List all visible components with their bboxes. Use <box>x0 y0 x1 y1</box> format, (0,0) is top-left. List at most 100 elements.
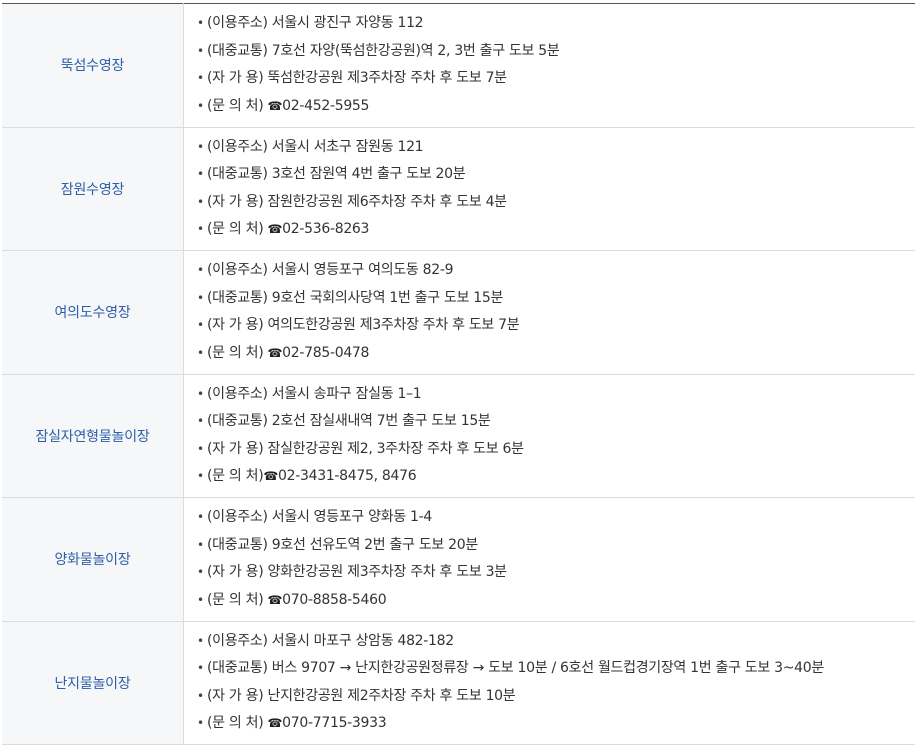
address-text: (이용주소) 서울시 광진구 자양동 112 <box>207 15 424 32</box>
parking-item: • (자 가 용) 난지한강공원 제2주차장 주차 후 도보 10분 <box>197 683 915 711</box>
facility-details: • (이용주소) 서울시 영등포구 양화동 1-4 • (대중교통) 9호선 선유도… <box>183 497 915 622</box>
contact-item: • (문 의 처) ☎02-452-5955 <box>197 93 915 121</box>
parking-text: (자 가 용) 잠실한강공원 제2, 3주차장 주차 후 도보 6분 <box>207 440 524 457</box>
transit-text: (대중교통) 3호선 잠원역 4번 출구 도보 20분 <box>207 166 466 183</box>
table-row: 잠원수영장 • (이용주소) 서울시 서초구 잠원동 121 • (대중교통) 3호… <box>2 127 915 251</box>
facility-name: 잠실자연형물놀이장 <box>2 374 184 498</box>
transit-item: • (대중교통) 버스 9707 → 난지한강공원정류장 → 도보 10분 / 6… <box>197 655 915 683</box>
address-text: (이용주소) 서울시 마포구 상암동 482-182 <box>207 632 454 649</box>
address-item: • (이용주소) 서울시 광진구 자양동 112 <box>197 10 915 38</box>
bullet-icon: • <box>197 98 204 113</box>
facility-name: 난지물놀이장 <box>2 621 184 745</box>
facility-name: 여의도수영장 <box>2 250 184 375</box>
facility-name: 잠원수영장 <box>2 127 184 251</box>
contact-label: (문 의 처) <box>207 221 268 238</box>
table-row: 뚝섬수영장 • (이용주소) 서울시 광진구 자양동 112 • (대중교통) 7호… <box>2 3 915 128</box>
detail-list: • (이용주소) 서울시 마포구 상암동 482-182 • (대중교통) 버스 9… <box>197 628 915 738</box>
facility-info-table-body: 뚝섬수영장 • (이용주소) 서울시 광진구 자양동 112 • (대중교통) 7호… <box>2 3 915 745</box>
parking-text: (자 가 용) 양화한강공원 제3주차장 주차 후 도보 3분 <box>207 564 507 581</box>
bullet-icon: • <box>197 290 204 305</box>
contact-item: • (문 의 처) ☎070-8858-5460 <box>197 587 915 615</box>
table-row: 여의도수영장 • (이용주소) 서울시 영등포구 여의도동 82-9 • (대중교통… <box>2 250 915 375</box>
table-row: 난지물놀이장 • (이용주소) 서울시 마포구 상암동 482-182 • (대중교… <box>2 621 915 745</box>
bullet-icon: • <box>197 688 204 703</box>
bullet-icon: • <box>197 222 204 237</box>
parking-item: • (자 가 용) 잠실한강공원 제2, 3주차장 주차 후 도보 6분 <box>197 436 915 464</box>
facility-details: • (이용주소) 서울시 광진구 자양동 112 • (대중교통) 7호선 자양(뚝… <box>183 3 915 128</box>
transit-item: • (대중교통) 7호선 자양(뚝섬한강공원)역 2, 3번 출구 도보 5분 <box>197 38 915 66</box>
bullet-icon: • <box>197 139 204 154</box>
parking-item: • (자 가 용) 잠원한강공원 제6주차장 주차 후 도보 4분 <box>197 189 915 217</box>
address-item: • (이용주소) 서울시 송파구 잠실동 1–1 <box>197 381 915 409</box>
bullet-icon: • <box>197 16 204 31</box>
phone-icon: ☎ <box>267 592 283 607</box>
bullet-icon: • <box>197 43 204 58</box>
transit-text: (대중교통) 7호선 자양(뚝섬한강공원)역 2, 3번 출구 도보 5분 <box>207 42 560 59</box>
contact-label: (문 의 처) <box>207 344 268 361</box>
parking-text: (자 가 용) 잠원한강공원 제6주차장 주차 후 도보 4분 <box>207 193 507 210</box>
bullet-icon: • <box>197 263 204 278</box>
contact-label: (문 의 처) <box>207 468 264 485</box>
address-item: • (이용주소) 서울시 마포구 상암동 482-182 <box>197 628 915 656</box>
bullet-icon: • <box>197 469 204 484</box>
bullet-icon: • <box>197 716 204 731</box>
parking-item: • (자 가 용) 뚝섬한강공원 제3주차장 주차 후 도보 7분 <box>197 65 915 93</box>
facility-name: 양화물놀이장 <box>2 497 184 622</box>
contact-item: • (문 의 처) ☎02-536-8263 <box>197 216 915 244</box>
contact-item: • (문 의 처) ☎02-785-0478 <box>197 340 915 368</box>
transit-text: (대중교통) 9호선 선유도역 2번 출구 도보 20분 <box>207 536 478 553</box>
contact-phone: 02-785-0478 <box>282 344 370 361</box>
table-row: 양화물놀이장 • (이용주소) 서울시 영등포구 양화동 1-4 • (대중교통) … <box>2 497 915 622</box>
facility-details: • (이용주소) 서울시 서초구 잠원동 121 • (대중교통) 3호선 잠원역 … <box>183 127 915 251</box>
bullet-icon: • <box>197 345 204 360</box>
detail-list: • (이용주소) 서울시 서초구 잠원동 121 • (대중교통) 3호선 잠원역 … <box>197 134 915 244</box>
bullet-icon: • <box>197 537 204 552</box>
transit-item: • (대중교통) 9호선 국회의사당역 1번 출구 도보 15분 <box>197 285 915 313</box>
address-item: • (이용주소) 서울시 영등포구 양화동 1-4 <box>197 504 915 532</box>
address-item: • (이용주소) 서울시 영등포구 여의도동 82-9 <box>197 257 915 285</box>
bullet-icon: • <box>197 633 204 648</box>
bullet-icon: • <box>197 565 204 580</box>
contact-phone: 02-452-5955 <box>282 97 370 114</box>
address-text: (이용주소) 서울시 영등포구 양화동 1-4 <box>207 509 433 526</box>
detail-list: • (이용주소) 서울시 광진구 자양동 112 • (대중교통) 7호선 자양(뚝… <box>197 10 915 120</box>
contact-phone: 070-7715-3933 <box>282 715 387 732</box>
bullet-icon: • <box>197 414 204 429</box>
contact-label: (문 의 처) <box>207 715 268 732</box>
transit-text: (대중교통) 2호선 잠실새내역 7번 출구 도보 15분 <box>207 413 491 430</box>
table-row: 잠실자연형물놀이장 • (이용주소) 서울시 송파구 잠실동 1–1 • (대중교통… <box>2 374 915 498</box>
transit-item: • (대중교통) 9호선 선유도역 2번 출구 도보 20분 <box>197 532 915 560</box>
bullet-icon: • <box>197 592 204 607</box>
parking-text: (자 가 용) 난지한강공원 제2주차장 주차 후 도보 10분 <box>207 687 516 704</box>
transit-item: • (대중교통) 3호선 잠원역 4번 출구 도보 20분 <box>197 161 915 189</box>
contact-phone: 02-3431-8475, 8476 <box>278 468 417 485</box>
detail-list: • (이용주소) 서울시 송파구 잠실동 1–1 • (대중교통) 2호선 잠실새내… <box>197 381 915 491</box>
bullet-icon: • <box>197 661 204 676</box>
facility-details: • (이용주소) 서울시 마포구 상암동 482-182 • (대중교통) 버스 9… <box>183 621 915 745</box>
bullet-icon: • <box>197 71 204 86</box>
contact-item: • (문 의 처) ☎070-7715-3933 <box>197 710 915 738</box>
bullet-icon: • <box>197 386 204 401</box>
transit-text: (대중교통) 버스 9707 → 난지한강공원정류장 → 도보 10분 / 6호… <box>207 660 824 677</box>
bullet-icon: • <box>197 441 204 456</box>
contact-phone: 070-8858-5460 <box>282 591 387 608</box>
address-text: (이용주소) 서울시 영등포구 여의도동 82-9 <box>207 262 454 279</box>
parking-text: (자 가 용) 여의도한강공원 제3주차장 주차 후 도보 7분 <box>207 317 520 334</box>
address-item: • (이용주소) 서울시 서초구 잠원동 121 <box>197 134 915 162</box>
contact-label: (문 의 처) <box>207 591 268 608</box>
bullet-icon: • <box>197 510 204 525</box>
detail-list: • (이용주소) 서울시 영등포구 여의도동 82-9 • (대중교통) 9호선 국… <box>197 257 915 367</box>
parking-text: (자 가 용) 뚝섬한강공원 제3주차장 주차 후 도보 7분 <box>207 70 507 87</box>
bullet-icon: • <box>197 167 204 182</box>
phone-icon: ☎ <box>267 345 283 360</box>
facility-name: 뚝섬수영장 <box>2 3 184 128</box>
facility-details: • (이용주소) 서울시 송파구 잠실동 1–1 • (대중교통) 2호선 잠실새내… <box>183 374 915 498</box>
phone-icon: ☎ <box>263 469 279 484</box>
contact-phone: 02-536-8263 <box>282 221 370 238</box>
parking-item: • (자 가 용) 양화한강공원 제3주차장 주차 후 도보 3분 <box>197 559 915 587</box>
transit-text: (대중교통) 9호선 국회의사당역 1번 출구 도보 15분 <box>207 289 504 306</box>
address-text: (이용주소) 서울시 송파구 잠실동 1–1 <box>207 385 422 402</box>
address-text: (이용주소) 서울시 서초구 잠원동 121 <box>207 138 424 155</box>
contact-label: (문 의 처) <box>207 97 268 114</box>
phone-icon: ☎ <box>267 98 283 113</box>
